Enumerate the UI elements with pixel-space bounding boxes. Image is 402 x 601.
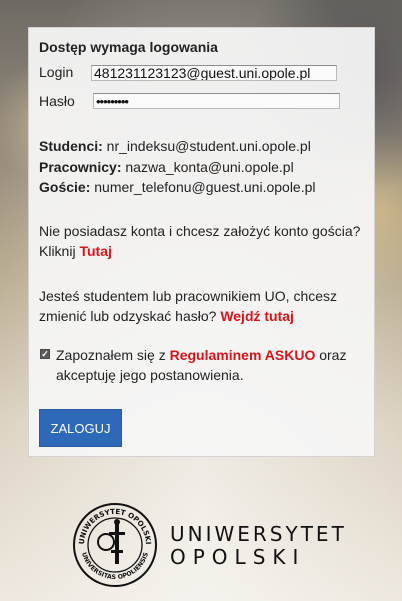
staff-value: nazwa_konta@uni.opole.pl <box>125 159 294 175</box>
regulations-link[interactable]: Regulaminem ASKUO <box>170 347 316 363</box>
password-input[interactable] <box>93 93 340 109</box>
login-button[interactable]: ZALOGUJ <box>39 409 122 447</box>
logo-line2: OPOLSKI <box>170 545 306 569</box>
university-seal-icon: UNIWERSYTET OPOLSKI UNIVERSITAS OPOLIENS… <box>73 503 157 587</box>
students-label: Studenci: <box>39 138 103 154</box>
students-info: Studenci: nr_indeksu@student.uni.opole.p… <box>39 138 311 154</box>
logo-line1: UNIWERSYTET <box>170 522 347 546</box>
guest-account-link[interactable]: Tutaj <box>79 243 111 259</box>
password-label: Hasło <box>39 93 75 109</box>
login-input[interactable] <box>91 65 337 81</box>
staff-label: Pracownicy: <box>39 159 122 175</box>
consent-checkbox[interactable]: ✓ <box>40 349 50 359</box>
checkmark-icon: ✓ <box>41 348 49 359</box>
panel-title: Dostęp wymaga logowania <box>39 39 218 55</box>
guest-account-text: Nie posiadasz konta i chcesz założyć kon… <box>39 221 369 261</box>
students-value: nr_indeksu@student.uni.opole.pl <box>106 138 311 154</box>
guests-info: Goście: numer_telefonu@guest.uni.opole.p… <box>39 179 316 195</box>
guests-label: Goście: <box>39 179 91 195</box>
staff-info: Pracownicy: nazwa_konta@uni.opole.pl <box>39 159 294 175</box>
consent-prefix: Zapoznałem się z <box>56 347 166 363</box>
consent-text: Zapoznałem się z Regulaminem ASKUO oraz … <box>56 345 366 385</box>
change-password-link[interactable]: Wejdź tutaj <box>220 308 294 324</box>
guests-value: numer_telefonu@guest.uni.opole.pl <box>94 179 316 195</box>
login-panel: Dostęp wymaga logowania Login Hasło Stud… <box>28 27 375 457</box>
login-label: Login <box>39 64 74 80</box>
change-password-text: Jesteś studentem lub pracownikiem UO, ch… <box>39 286 369 326</box>
